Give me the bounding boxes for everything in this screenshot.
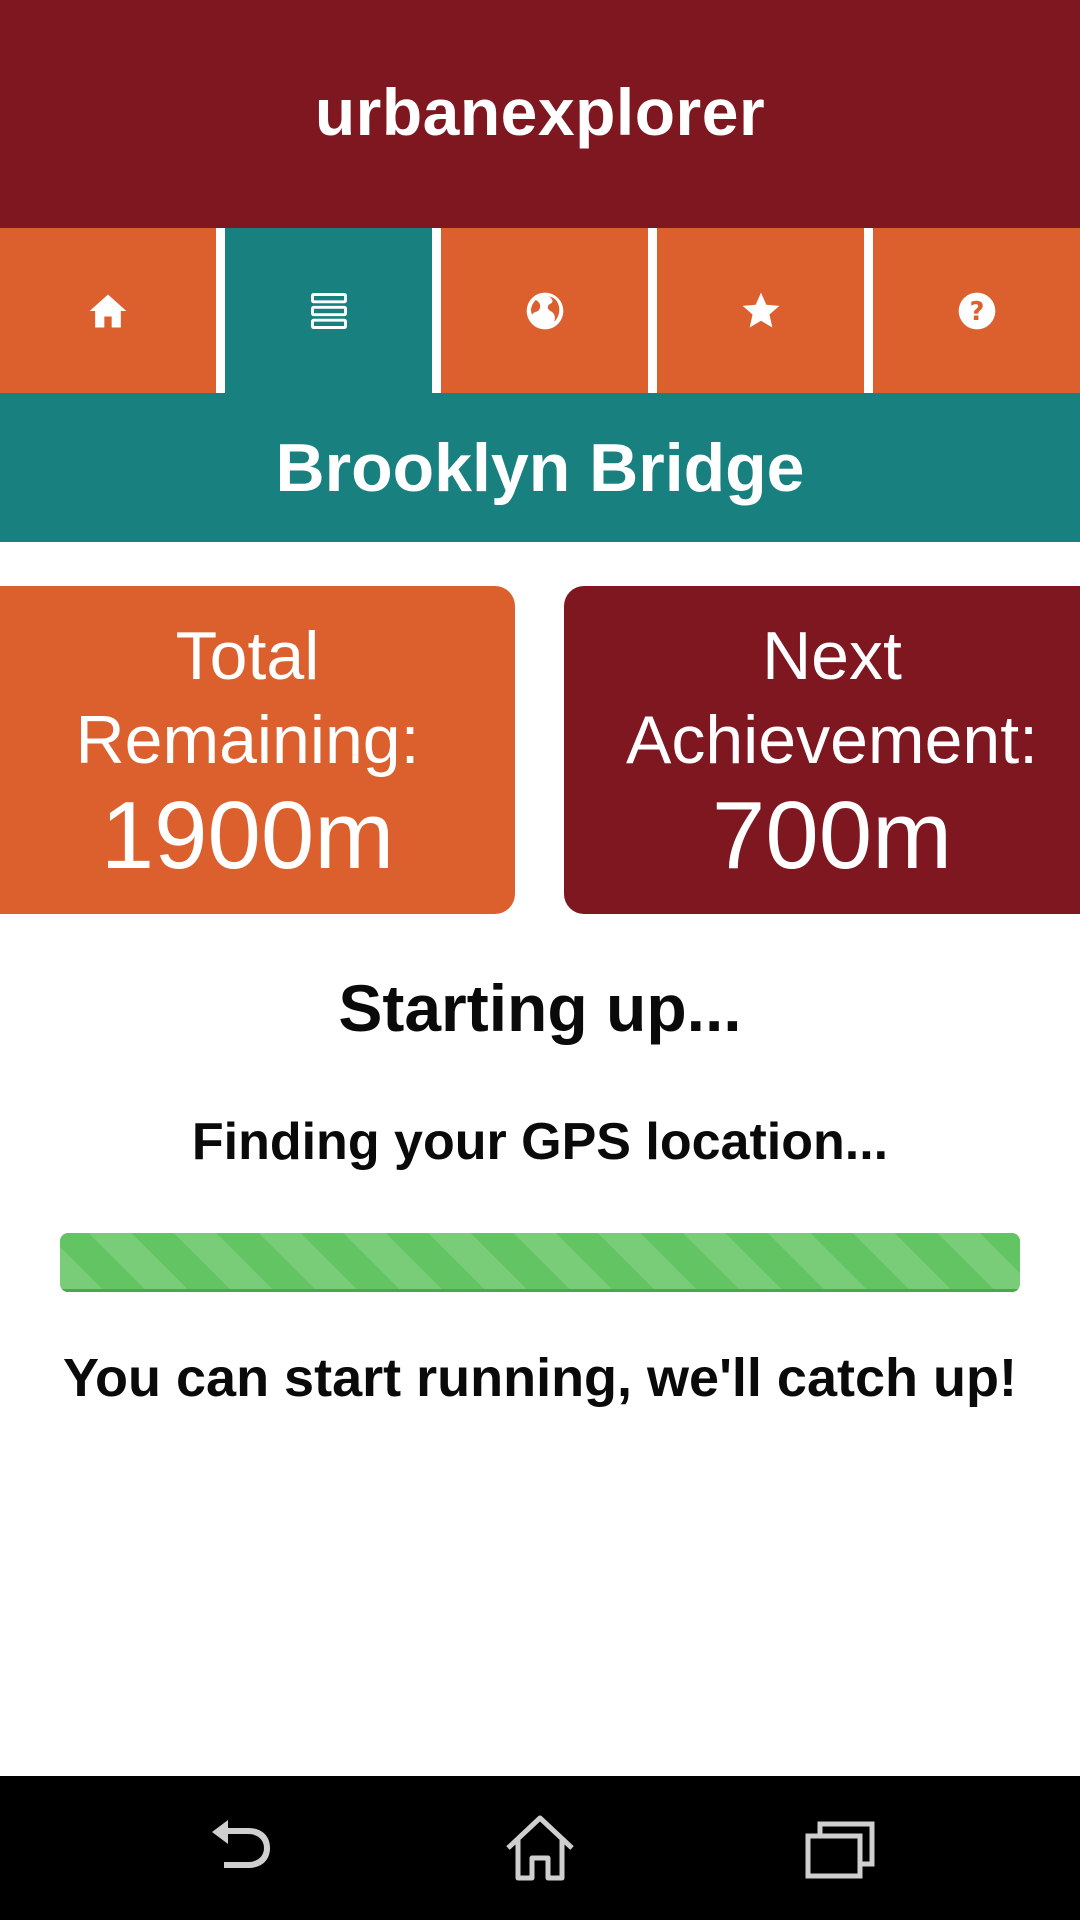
next-achievement-label-line2: Achievement: [626,702,1038,778]
total-remaining-label-line1: Total [175,618,320,694]
next-achievement-label-line1: Next [762,618,902,694]
home-nav-button[interactable] [480,1796,600,1900]
status-title: Starting up... [338,971,742,1045]
next-achievement-card: Next Achievement: 700m [564,586,1080,914]
app-header: urbanexplorer [0,0,1080,228]
back-button[interactable] [180,1796,300,1900]
tab-bar: ? [0,228,1080,393]
system-navigation-bar [0,1776,1080,1920]
globe-icon [526,292,563,329]
back-icon [212,1820,270,1868]
tab-home[interactable] [0,228,216,393]
recents-button[interactable] [780,1796,900,1900]
home-icon [89,294,127,327]
status-subtitle: Finding your GPS location... [191,1113,889,1171]
recents-icon [805,1821,875,1879]
next-achievement-value: 700m [711,782,953,889]
catch-up-message: You can start running, we'll catch up! [63,1348,1017,1408]
total-remaining-label-line2: Remaining: [75,702,420,778]
home-icon [506,1815,574,1881]
place-name: Brooklyn Bridge [275,429,805,506]
place-banner: Brooklyn Bridge [0,393,1080,542]
total-remaining-label: Total Remaining: [76,614,420,782]
next-achievement-label: Next Achievement: [626,614,1038,782]
tab-star[interactable] [657,228,864,393]
help-icon: ? [958,292,995,329]
app-title: urbanexplorer [314,75,766,149]
tab-list[interactable] [225,228,432,393]
tab-globe[interactable] [441,228,648,393]
list-icon [310,292,347,329]
gps-progress-fill [60,1233,1020,1292]
star-icon [742,292,779,327]
total-remaining-card: Total Remaining: 1900m [0,586,515,914]
tab-help[interactable]: ? [873,228,1080,393]
svg-text:?: ? [969,297,984,327]
total-remaining-value: 1900m [100,782,395,889]
gps-progress-bar [60,1233,1020,1292]
